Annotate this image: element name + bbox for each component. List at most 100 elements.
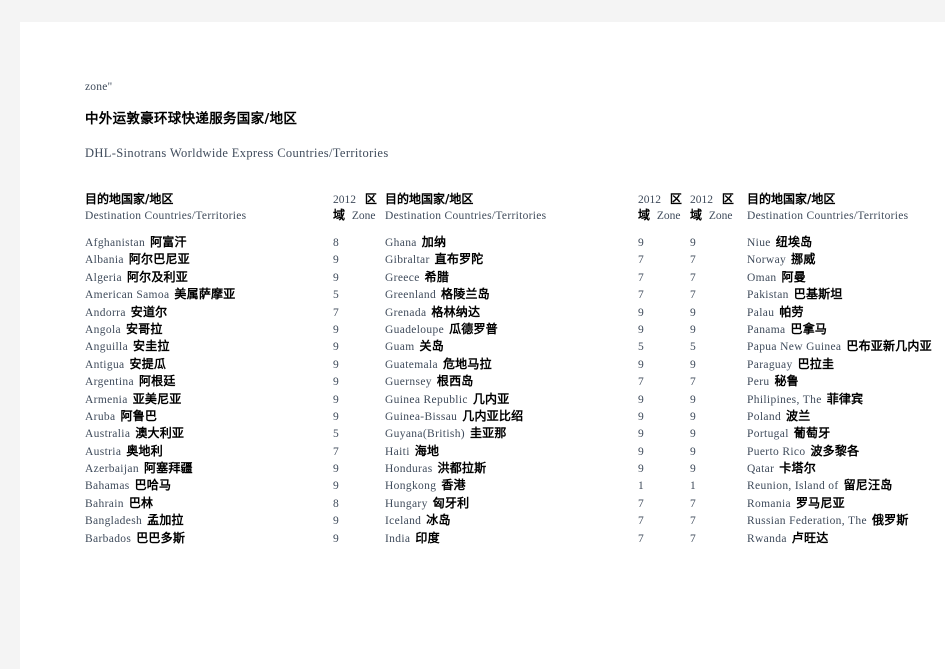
country-name-cell: Norway 挪威 [747,250,930,268]
country-name-chinese: 洪都拉斯 [437,461,487,476]
table-row: 7 Norway 挪威 [690,250,930,267]
country-name-english: Austria [85,445,122,458]
country-name-english: Australia [85,428,131,441]
country-name-chinese: 安圭拉 [133,339,170,354]
country-name-cell: Portugal 葡萄牙 [747,424,930,442]
country-name-english: Rwanda [747,532,787,545]
table-row: Algeria 阿尔及利亚 9 [85,268,385,285]
country-name-english: Paraguay [747,358,793,371]
header-destination-english: Destination Countries/Territories [385,210,547,222]
header-zone-cn-2: 域 [638,208,651,222]
country-name-chinese: 安提瓜 [129,356,167,371]
zone-value: 7 [638,515,644,528]
table-row: Australia 澳大利亚 5 [85,424,385,441]
table-row: Barbados 巴巴多斯 9 [85,529,385,546]
table-row: Guernsey 根西岛 7 [385,372,690,389]
country-name-english: Greece [385,271,420,284]
zone-value: 9 [638,358,644,371]
country-name-cell: Guinea Republic 几内亚 [385,390,638,408]
country-name-cell: Bahamas 巴哈马 [85,476,333,494]
country-name-chinese: 留尼汪岛 [843,478,893,493]
country-name-cell: Aruba 阿鲁巴 [85,407,333,425]
country-name-cell: Azerbaijan 阿塞拜疆 [85,459,333,477]
country-name-english: Greenland [385,289,437,302]
header-zone-line2: 域 Zone [638,207,690,224]
column-1-rows: Afghanistan 阿富汗 8 Albania 阿尔巴尼亚 9 Algeria 阿尔及利亚… [85,233,385,546]
country-name-english: Guernsey [385,376,432,389]
header-destination-chinese: 目的地国家/地区 [385,192,474,206]
country-name-chinese: 巴巴多斯 [136,530,186,545]
country-name-chinese: 波兰 [786,408,811,423]
zone-value: 9 [333,532,339,545]
fragment-zone-text: zone" [85,81,113,93]
country-name-cell: Guinea-Bissau 几内亚比绍 [385,407,638,425]
zone-value: 7 [690,497,696,510]
column-3-header: 2012 区 目的地国家/地区 域 Zone Destination Count… [690,191,930,233]
header-zone-cn-1: 区 [669,192,682,206]
country-name-chinese: 阿尔及利亚 [126,269,188,284]
country-name-english: Guam [385,341,415,354]
country-name-chinese: 挪威 [791,252,816,267]
country-name-cell: Guatemala 危地马拉 [385,355,638,373]
country-name-cell: India 印度 [385,529,638,547]
country-name-english: Aruba [85,410,116,423]
country-name-chinese: 关岛 [419,339,444,354]
zone-value: 7 [690,376,696,389]
table-column-1: 目的地国家/地区 2012 区 Destination Countries/Te… [85,191,385,546]
table-row: Azerbaijan 阿塞拜疆 9 [85,459,385,476]
table-row: Greece 希腊 7 [385,268,690,285]
country-name-chinese: 俄罗斯 [871,513,909,528]
country-name-english: Palau [747,306,775,319]
table-row: Grenada 格林纳达 9 [385,303,690,320]
country-name-cell: Albania 阿尔巴尼亚 [85,250,333,268]
country-name-cell: Honduras 洪都拉斯 [385,459,638,477]
country-name-cell: Haiti 海地 [385,442,638,460]
table-row: 9 Palau 帕劳 [690,303,930,320]
country-name-english: Anguilla [85,341,129,354]
zone-value: 7 [690,254,696,267]
country-name-cell: Philipines, The 菲律宾 [747,390,930,408]
country-name-chinese: 澳大利亚 [135,426,185,441]
table-row: Afghanistan 阿富汗 8 [85,233,385,250]
country-name-cell: Russian Federation, The 俄罗斯 [747,511,930,529]
zone-value: 9 [690,445,696,458]
country-name-cell: Hungary 匈牙利 [385,494,638,512]
zone-value: 9 [333,393,339,406]
table-row: Guam 关岛 5 [385,337,690,354]
country-name-cell: Austria 奥地利 [85,442,333,460]
country-name-english: Barbados [85,532,132,545]
table-row: Antigua 安提瓜 9 [85,355,385,372]
zone-value: 9 [690,358,696,371]
zone-value: 7 [638,532,644,545]
country-name-cell: Niue 纽埃岛 [747,233,930,251]
table-row: Guinea Republic 几内亚 9 [385,390,690,407]
table-row: Bahamas 巴哈马 9 [85,476,385,493]
header-zone-cn-2: 域 [333,208,346,222]
country-name-cell: Papua New Guinea 巴布亚新几内亚 [747,337,932,355]
table-row: Anguilla 安圭拉 9 [85,337,385,354]
zone-value: 9 [333,410,339,423]
table-column-3: 2012 区 目的地国家/地区 域 Zone Destination Count… [690,191,932,547]
country-name-english: Antigua [85,358,125,371]
country-name-chinese: 希腊 [424,269,450,284]
country-name-cell: Angola 安哥拉 [85,320,333,338]
zone-value: 7 [638,376,644,389]
country-name-cell: Qatar 卡塔尔 [747,459,930,477]
country-name-cell: Poland 波兰 [747,407,930,425]
country-name-english: Hungary [385,497,428,510]
country-name-chinese: 印度 [415,530,440,545]
country-name-english: Portugal [747,428,789,441]
country-name-chinese: 危地马拉 [442,356,492,371]
country-name-chinese: 奥地利 [126,443,163,458]
country-name-cell: Puerto Rico 波多黎各 [747,442,930,460]
zone-value: 7 [333,306,339,319]
country-name-english: Russian Federation, The [747,515,867,528]
table-row: Gibraltar 直布罗陀 7 [385,250,690,267]
country-name-cell: Rwanda 卢旺达 [747,529,930,547]
country-name-cell: Armenia 亚美尼亚 [85,390,333,408]
country-name-chinese: 瓜德罗普 [449,321,498,336]
zone-value: 7 [638,289,644,302]
country-name-english: Armenia [85,393,128,406]
country-name-chinese: 根西岛 [436,374,474,389]
column-2-header: 目的地国家/地区 2012 区 Destination Countries/Te… [385,191,690,233]
